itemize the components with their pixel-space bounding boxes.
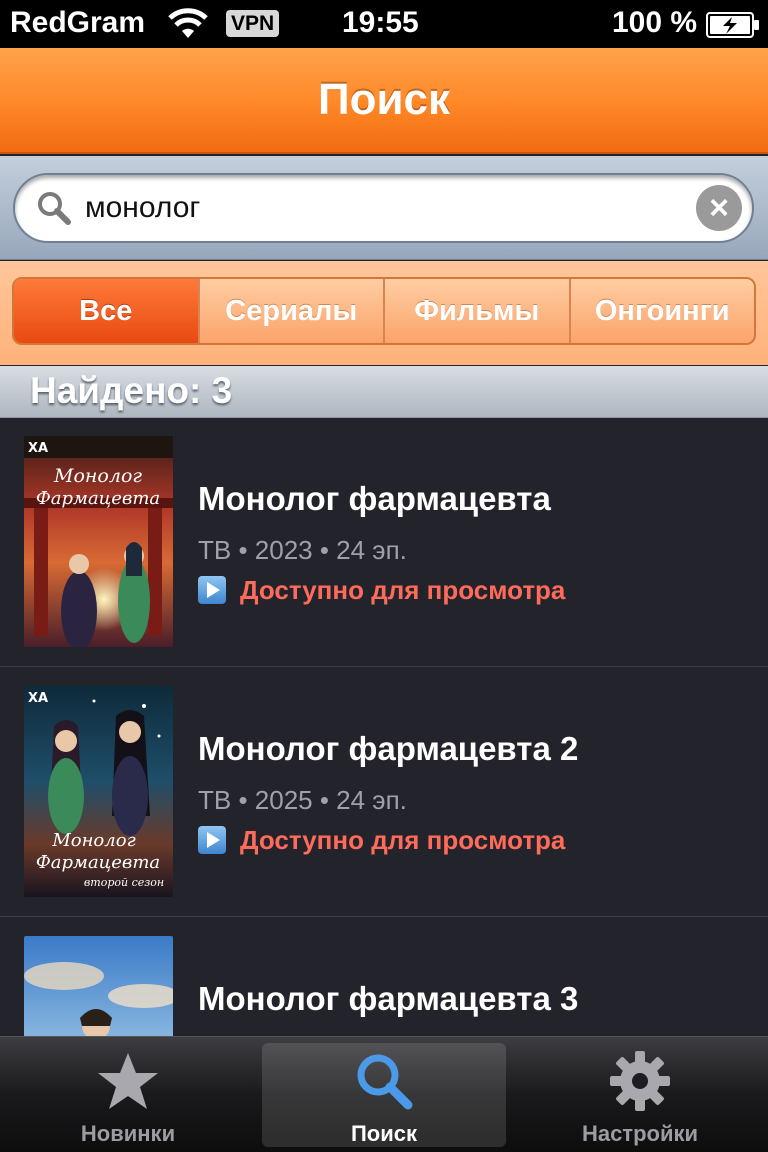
availability-text: Доступно для просмотра	[240, 574, 566, 605]
poster-badge: XA	[28, 691, 48, 706]
tab-bar: Новинки Поиск Настройки	[0, 1036, 768, 1152]
search-icon	[38, 192, 71, 225]
play-icon	[198, 826, 226, 854]
page-title: Поиск	[317, 75, 451, 124]
category-segmented-control: Все Сериалы Фильмы Онгоинги	[12, 277, 756, 345]
tab-label: Настройки	[581, 1121, 699, 1146]
filter-series[interactable]: Сериалы	[197, 279, 383, 343]
results-count: Найдено: 3	[30, 370, 233, 411]
result-availability: Доступно для просмотра	[198, 573, 565, 607]
poster-image: Монолог Фармацевта XA	[24, 436, 173, 647]
result-availability: Доступно для просмотра	[198, 823, 565, 857]
clear-search-button[interactable]: ×	[696, 185, 742, 231]
result-row[interactable]: Монолог фармацевта 3	[0, 918, 768, 1036]
play-icon	[198, 576, 226, 604]
carrier-name: RedGram	[10, 6, 146, 39]
poster-title-line: Монолог	[51, 830, 135, 851]
result-row[interactable]: Монолог Фармацевта XA Монолог фармацевта…	[0, 418, 768, 667]
battery-percent: 100 %	[612, 6, 698, 39]
poster-image	[24, 936, 173, 1036]
tab-new-releases[interactable]: Новинки	[6, 1043, 250, 1147]
navigation-bar: Поиск	[0, 48, 768, 154]
tab-search[interactable]: Поиск	[262, 1043, 506, 1147]
search-bar: ×	[0, 156, 768, 260]
vpn-badge: VPN	[226, 10, 280, 37]
search-field[interactable]: ×	[13, 173, 754, 243]
poster-subtitle: второй сезон	[84, 876, 164, 889]
result-title: Монолог фармацевта 3	[198, 980, 579, 1017]
result-title: Монолог фармацевта 2	[198, 730, 579, 767]
availability-text: Доступно для просмотра	[240, 824, 566, 855]
filter-movies[interactable]: Фильмы	[383, 279, 569, 343]
result-row[interactable]: Монолог Фармацевта второй сезон XA Монол…	[0, 668, 768, 917]
close-icon: ×	[709, 189, 729, 227]
tab-settings[interactable]: Настройки	[518, 1043, 762, 1147]
poster-title-line: Фармацевта	[36, 852, 160, 873]
poster-badge: XA	[28, 441, 48, 456]
gear-icon	[610, 1051, 670, 1111]
results-list[interactable]: Монолог Фармацевта XA Монолог фармацевта…	[0, 418, 768, 1036]
result-meta: ТВ • 2025 • 24 эп.	[198, 785, 407, 815]
clock: 19:55	[342, 6, 419, 39]
results-count-header: Найдено: 3	[0, 366, 768, 418]
search-icon	[357, 1054, 413, 1110]
poster-title-line: Фармацевта	[36, 488, 160, 509]
search-input[interactable]	[85, 185, 685, 231]
wifi-icon	[168, 8, 208, 38]
star-icon	[98, 1053, 158, 1109]
poster-title-line: Монолог	[53, 465, 142, 487]
result-title: Монолог фармацевта	[198, 480, 551, 517]
result-meta: ТВ • 2023 • 24 эп.	[198, 535, 407, 565]
filter-ongoing[interactable]: Онгоинги	[568, 279, 754, 343]
status-bar: RedGram VPN 19:55 100 %	[0, 0, 768, 48]
battery-charging-icon	[706, 12, 759, 38]
filter-all[interactable]: Все	[14, 279, 198, 343]
tab-label: Новинки	[80, 1121, 176, 1146]
filter-bar: Все Сериалы Фильмы Онгоинги	[0, 261, 768, 365]
poster-image: Монолог Фармацевта второй сезон XA	[24, 686, 173, 897]
tab-label: Поиск	[350, 1121, 418, 1146]
